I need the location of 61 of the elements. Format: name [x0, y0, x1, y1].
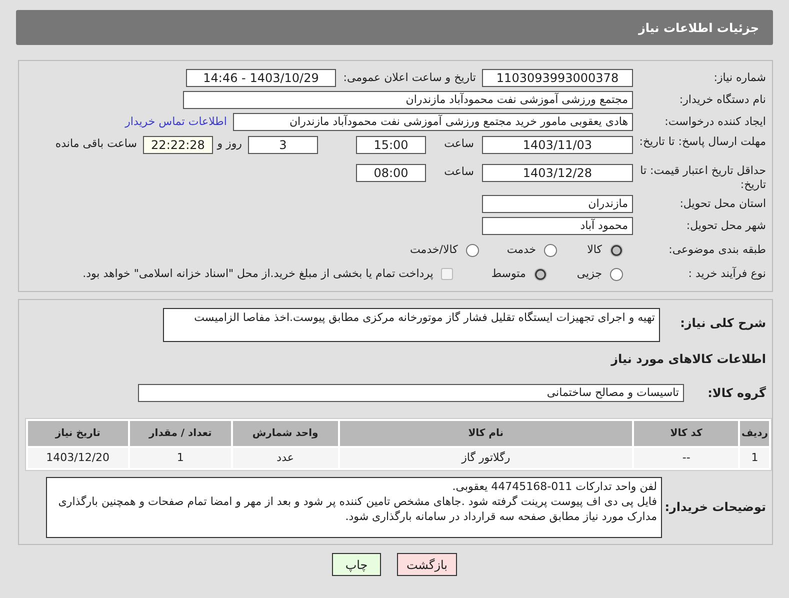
time-field: 08:00	[356, 164, 426, 182]
goods-group-field: تاسیسات و مصالح ساختمانی	[138, 384, 684, 402]
table-cell: 1403/12/20	[28, 448, 128, 468]
field-label: نوع فرآیند خرید :	[687, 267, 767, 281]
table-cell: عدد	[233, 448, 338, 468]
column-header: تعداد / مقدار	[130, 421, 232, 446]
column-header: ردیف	[740, 421, 769, 446]
requester-field: هادی یعقوبی مامور خرید مجتمع ورزشی آموزشی نفت محمودآباد مازندران	[233, 113, 633, 131]
table-cell: رگلاتور گاز	[340, 448, 632, 468]
page-title: جزئیات اطلاعات نیاز	[638, 20, 759, 36]
date-field: 1403/12/28	[482, 164, 633, 182]
province-field: مازندران	[482, 195, 633, 213]
back-button[interactable]: بازگشت	[397, 553, 457, 576]
time-field: 15:00	[356, 136, 426, 154]
column-header: کد کالا	[634, 421, 738, 446]
radio-button[interactable]	[534, 268, 547, 280]
radio-label: متوسط	[491, 266, 526, 282]
radio-label: کالا/خدمت	[410, 242, 458, 258]
column-header: نام کالا	[340, 421, 632, 446]
field-label: توضیحات خریدار:	[664, 500, 767, 515]
date-field: 1403/11/03	[482, 136, 633, 154]
buyer-notes-textarea: لفن واحد تدارکات 011-44745168 یعقوبی. فایل پی دی اف پیوست پرینت گرفته شود .جاهای مشخص تامین کننده پر شود و بعد از مهر و امضا تمام صفحات و همچنین بارگذاری مدارک مورد نیاز مطابق صفحه سه قرارداد در سامانه بارگذاری شود.	[46, 477, 662, 538]
column-header: تاریخ نیاز	[28, 421, 128, 446]
announce-date-field: 1403/10/29 - 14:46	[186, 69, 336, 87]
days-field: 3	[248, 136, 318, 154]
field-label: استان محل تحویل:	[678, 197, 767, 211]
table-cell: 1	[740, 448, 769, 468]
time-label: ساعت	[443, 164, 474, 180]
table-cell: --	[634, 448, 738, 468]
section-title: اطلاعات کالاهای مورد نیاز	[611, 351, 767, 368]
field-label: حداقل تاریخ اعتبار قیمت: تا تاریخ:	[639, 164, 767, 192]
field-label: تاریخ و ساعت اعلان عمومی:	[342, 70, 476, 86]
radio-button[interactable]	[610, 244, 623, 256]
radio-button[interactable]	[544, 244, 558, 256]
buyer-org-field: مجتمع ورزشی آموزشی نفت محمودآباد مازندران	[183, 91, 633, 109]
time-label: ساعت	[443, 136, 474, 152]
city-field: محمود آباد	[482, 217, 633, 235]
field-label: شرح کلی نیاز:	[679, 315, 767, 331]
table-cell: 1	[130, 448, 232, 468]
contact-link[interactable]: اطلاعات تماس خریدار	[125, 114, 227, 130]
checkbox[interactable]	[441, 268, 454, 280]
radio-button[interactable]	[466, 244, 479, 256]
column-header: واحد شمارش	[233, 421, 338, 446]
field-label: گروه کالا:	[708, 386, 767, 400]
days-label: روز و	[216, 136, 242, 152]
field-label: ایجاد کننده درخواست:	[664, 115, 767, 129]
radio-label: کالا	[587, 242, 602, 258]
need-number-field: 1103093993000378	[482, 69, 633, 87]
field-label: طبقه بندی موضوعی:	[668, 243, 767, 257]
radio-label: جزیی	[576, 266, 602, 282]
print-button[interactable]: چاپ	[332, 553, 381, 576]
field-label: نام دستگاه خریدار:	[678, 93, 767, 107]
field-label: شهر محل تحویل:	[685, 219, 767, 233]
field-label: مهلت ارسال پاسخ: تا تاریخ:	[638, 135, 767, 149]
description-textarea: تهیه و اجرای تجهیزات ایستگاه تقلیل فشار گاز موتورخانه مرکزی مطابق پیوست.اخذ مفاصا الزامیست	[163, 308, 660, 342]
checkbox-label: پرداخت تمام یا بخشی از مبلغ خرید.از محل "اسناد خزانه اسلامی" خواهد بود.	[82, 266, 434, 282]
radio-label: خدمت	[506, 242, 536, 258]
remaining-time-field: 22:22:28	[143, 136, 213, 154]
field-label: شماره نیاز:	[712, 71, 767, 85]
remaining-label: ساعت باقی مانده	[55, 136, 137, 152]
radio-button[interactable]	[610, 268, 623, 280]
